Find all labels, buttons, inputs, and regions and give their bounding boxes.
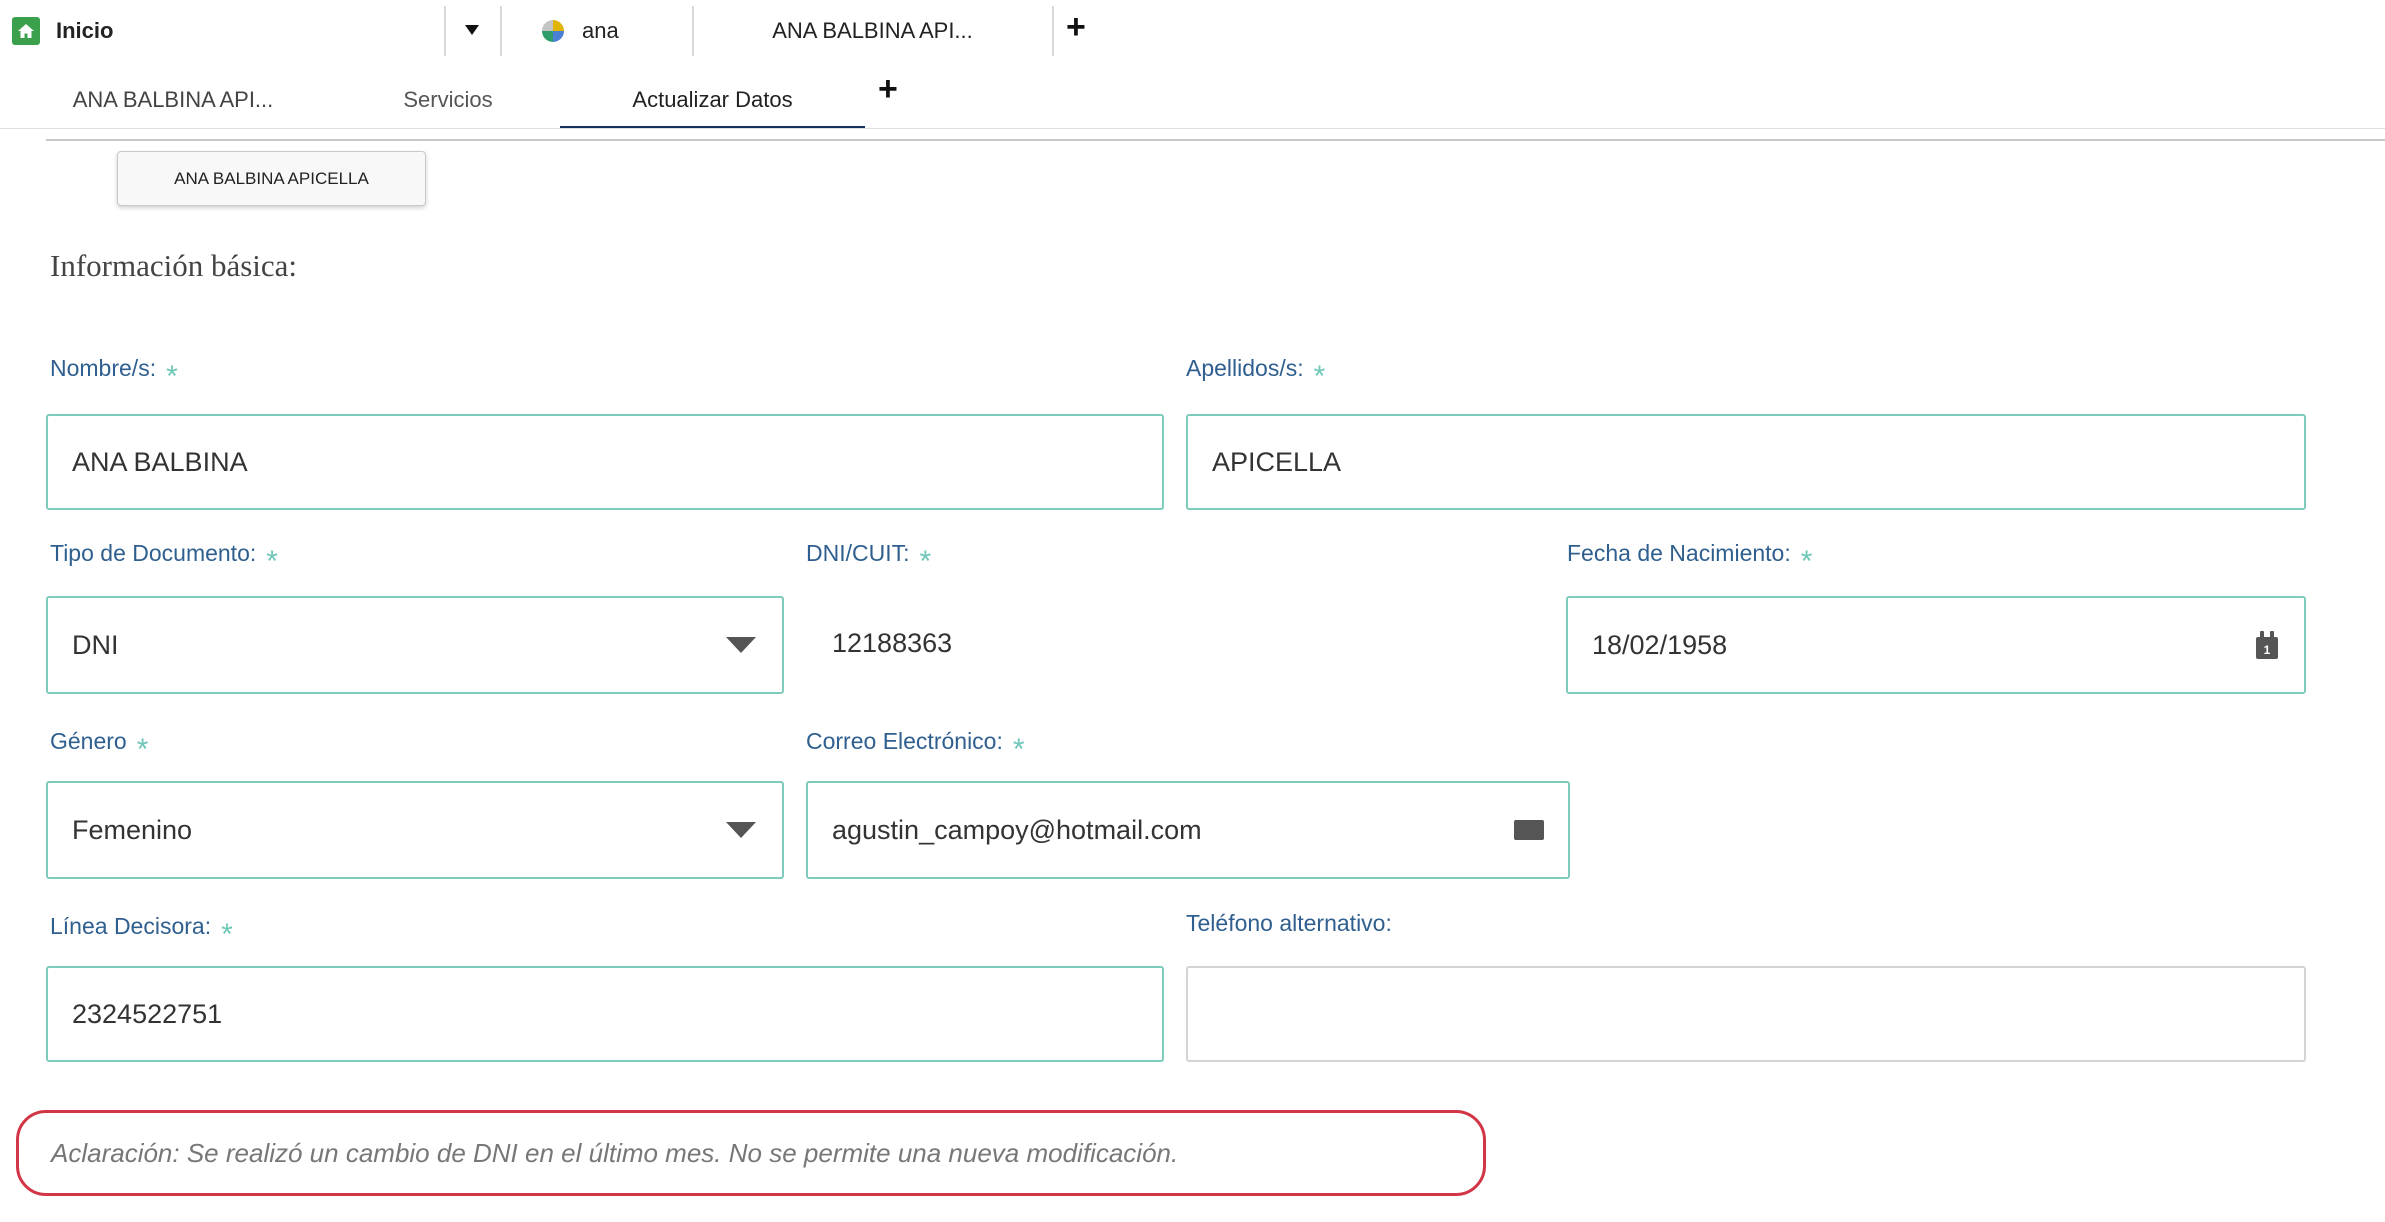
- tipo-documento-value: DNI: [72, 629, 119, 660]
- fecha-nacimiento-input[interactable]: 18/02/1958 1: [1566, 596, 2306, 694]
- apellidos-label: Apellidos/s: *: [1186, 352, 1325, 392]
- required-marker: *: [221, 918, 233, 951]
- fecha-nacimiento-label-text: Fecha de Nacimiento:: [1567, 540, 1791, 566]
- correo-label: Correo Electrónico: *: [806, 725, 1025, 765]
- chevron-down-icon[interactable]: [455, 6, 489, 54]
- home-tab-label: Inicio: [56, 18, 114, 43]
- chevron-down-icon: [726, 637, 756, 653]
- tab-divider: [692, 6, 694, 56]
- nombre-value: ANA BALBINA: [72, 446, 248, 477]
- genero-select[interactable]: Femenino: [46, 781, 784, 879]
- nombre-label: Nombre/s: *: [50, 352, 178, 392]
- subtab-divider: [0, 128, 2385, 129]
- client-name-button[interactable]: ANA BALBINA APICELLA: [117, 151, 426, 206]
- linea-decisora-label: Línea Decisora: *: [50, 910, 233, 950]
- required-marker: *: [1800, 545, 1813, 578]
- correo-input[interactable]: agustin_campoy@hotmail.com: [806, 781, 1570, 879]
- tab-divider: [1052, 6, 1054, 56]
- envelope-icon: [1514, 820, 1544, 840]
- tab-divider: [500, 6, 502, 56]
- plus-icon[interactable]: +: [878, 70, 898, 109]
- calendar-icon[interactable]: 1: [2256, 631, 2278, 659]
- correo-value: agustin_campoy@hotmail.com: [832, 814, 1202, 845]
- tipo-documento-label: Tipo de Documento: *: [50, 537, 278, 577]
- top-tab-bar: Inicio ana ANA BALBINA API... +: [0, 0, 2385, 62]
- telefono-alternativo-input[interactable]: [1186, 966, 2306, 1062]
- genero-value: Femenino: [72, 814, 193, 845]
- required-marker: *: [266, 545, 278, 578]
- required-marker: *: [136, 733, 149, 766]
- tab-home[interactable]: Inicio: [0, 0, 450, 62]
- required-marker: *: [1313, 360, 1326, 393]
- section-title: Información básica:: [50, 248, 298, 283]
- workspace-tab-label: ana: [582, 18, 619, 43]
- telefono-alternativo-label: Teléfono alternativo:: [1186, 910, 1392, 937]
- required-marker: *: [166, 360, 178, 393]
- apellidos-input[interactable]: APICELLA: [1186, 414, 2306, 510]
- linea-decisora-value: 2324522751: [72, 998, 223, 1029]
- apellidos-label-text: Apellidos/s:: [1186, 355, 1304, 381]
- chevron-down-icon: [726, 822, 756, 838]
- tab-workspace-ana[interactable]: ana: [515, 0, 690, 62]
- telefono-alternativo-label-text: Teléfono alternativo:: [1186, 910, 1392, 936]
- home-icon: [12, 17, 40, 45]
- dni-cuit-label-text: DNI/CUIT:: [806, 540, 910, 566]
- subtab-servicios[interactable]: Servicios: [368, 74, 528, 126]
- nombre-input[interactable]: ANA BALBINA: [46, 414, 1164, 510]
- genero-label-text: Género: [50, 728, 127, 754]
- required-marker: *: [919, 545, 932, 578]
- tipo-documento-select[interactable]: DNI: [46, 596, 784, 694]
- tab-workspace-subtab[interactable]: ANA BALBINA API...: [695, 0, 1050, 62]
- genero-label: Género *: [50, 725, 148, 765]
- calendar-day: 1: [2263, 643, 2271, 657]
- apellidos-value: APICELLA: [1212, 446, 1342, 477]
- nombre-label-text: Nombre/s:: [50, 355, 157, 381]
- content-divider: [46, 139, 2385, 141]
- subtab-actualizar-datos[interactable]: Actualizar Datos: [560, 74, 865, 129]
- workspace-icon: [542, 20, 564, 42]
- dni-cuit-label: DNI/CUIT: *: [806, 537, 931, 577]
- linea-decisora-input[interactable]: 2324522751: [46, 966, 1164, 1062]
- fecha-nacimiento-label: Fecha de Nacimiento: *: [1567, 537, 1812, 577]
- linea-decisora-label-text: Línea Decisora:: [50, 913, 212, 939]
- tab-divider: [444, 6, 446, 56]
- fecha-nacimiento-value: 18/02/1958: [1592, 629, 1728, 660]
- required-marker: *: [1012, 733, 1025, 766]
- plus-icon[interactable]: +: [1066, 8, 1086, 47]
- subtab-client[interactable]: ANA BALBINA API...: [38, 74, 308, 126]
- correo-label-text: Correo Electrónico:: [806, 728, 1003, 754]
- tipo-documento-label-text: Tipo de Documento:: [50, 540, 257, 566]
- dni-change-note: Aclaración: Se realizó un cambio de DNI …: [16, 1110, 1486, 1196]
- dni-cuit-value: 12188363: [832, 628, 953, 658]
